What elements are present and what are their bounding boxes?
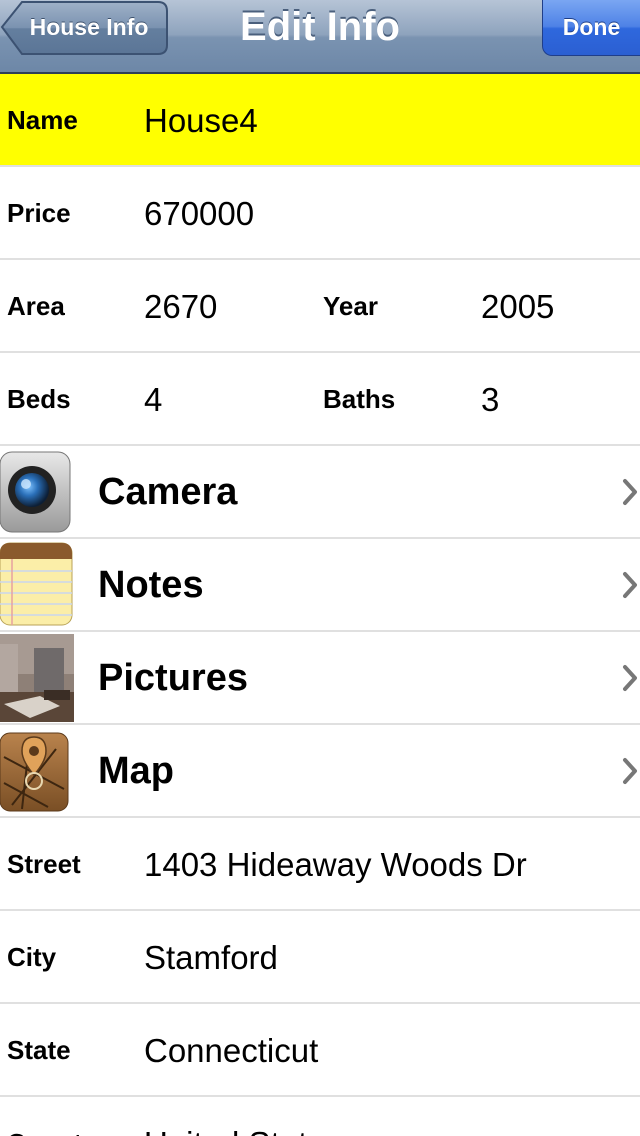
price-row: Price 670000 (0, 167, 640, 260)
state-row: State Connecticut (0, 1004, 640, 1097)
beds-label: Beds (7, 384, 71, 414)
camera-icon (0, 448, 74, 536)
pictures-label: Pictures (98, 657, 248, 699)
notes-row[interactable]: Notes (0, 539, 640, 632)
baths-label: Baths (323, 384, 396, 414)
map-pin-icon (0, 727, 74, 815)
city-field[interactable]: Stamford (144, 911, 278, 1004)
chevron-right-icon (623, 758, 637, 784)
camera-label: Camera (98, 471, 238, 513)
area-year-row: Area 2670 Year 2005 (0, 260, 640, 353)
photo-thumbnail (0, 634, 74, 722)
price-field[interactable]: 670000 (144, 167, 254, 260)
area-field[interactable]: 2670 (144, 260, 217, 353)
edit-info-screen: House Info Edit Info Done Name House4 Pr… (0, 0, 640, 1136)
name-label: Name (7, 105, 78, 135)
beds-baths-row: Beds 4 Baths 3 (0, 353, 640, 446)
notes-label: Notes (98, 564, 204, 606)
chevron-right-icon (623, 479, 637, 505)
city-label: City (7, 942, 57, 972)
name-field[interactable]: House4 (144, 74, 258, 167)
navigation-bar: House Info Edit Info Done (0, 0, 640, 74)
name-row: Name House4 (0, 74, 640, 167)
street-row: Street 1403 Hideaway Woods Dr (0, 818, 640, 911)
state-label: State (7, 1035, 71, 1065)
street-label: Street (7, 849, 81, 879)
map-row[interactable]: Map (0, 725, 640, 818)
country-field[interactable]: United States (144, 1097, 342, 1136)
beds-field[interactable]: 4 (144, 353, 162, 446)
baths-field[interactable]: 3 (481, 353, 499, 446)
year-field[interactable]: 2005 (481, 260, 554, 353)
camera-row[interactable]: Camera (0, 446, 640, 539)
done-button[interactable]: Done (542, 0, 640, 56)
street-field[interactable]: 1403 Hideaway Woods Dr (144, 818, 527, 911)
chevron-right-icon (623, 665, 637, 691)
chevron-right-icon (623, 572, 637, 598)
country-row: Country United States (0, 1097, 640, 1136)
area-label: Area (7, 291, 65, 321)
year-label: Year (323, 291, 378, 321)
country-label: Country (7, 1097, 107, 1136)
city-row: City Stamford (0, 911, 640, 1004)
notepad-icon (0, 541, 74, 629)
price-label: Price (7, 198, 71, 228)
pictures-row[interactable]: Pictures (0, 632, 640, 725)
map-label: Map (98, 750, 174, 792)
state-field[interactable]: Connecticut (144, 1004, 318, 1097)
